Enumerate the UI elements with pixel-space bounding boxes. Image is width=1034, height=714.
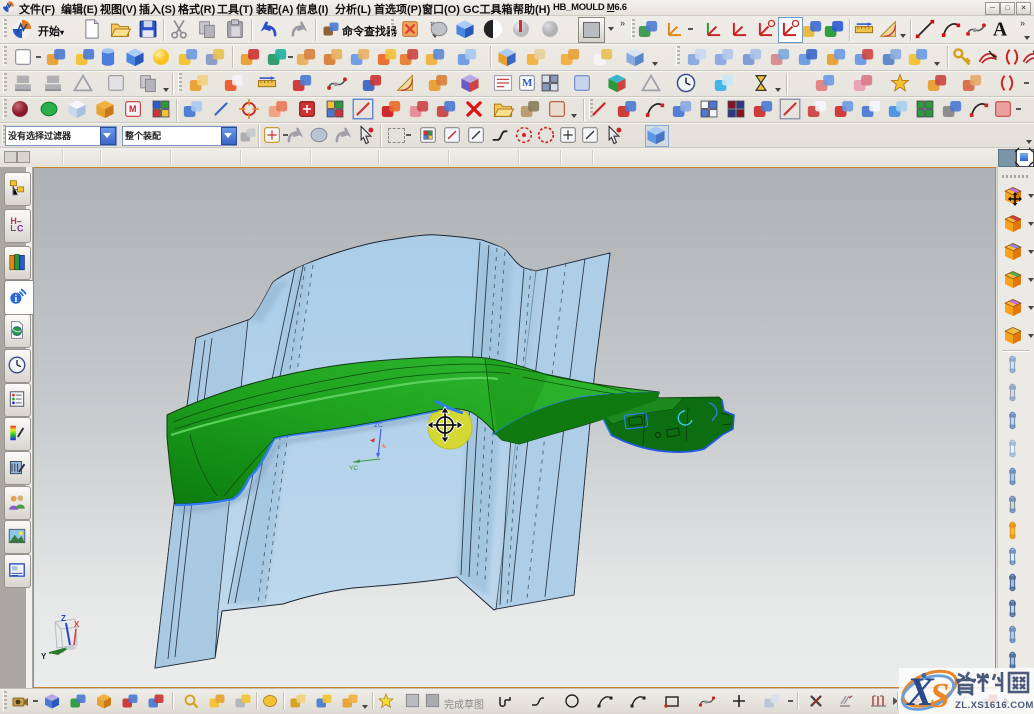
svg-text:S: S [930,676,949,714]
svg-text:A: A [993,20,1007,40]
svg-text:Z: Z [61,614,66,623]
svg-text:C: C [17,224,24,234]
svg-text:H: H [10,216,16,226]
svg-text:Y: Y [41,652,47,661]
svg-text:ZC: ZC [374,422,383,429]
svg-text:ZL.XS1616.COM: ZL.XS1616.COM [955,700,1034,711]
svg-text:i: i [14,294,17,305]
svg-text:YC: YC [349,465,358,472]
svg-text:X: X [74,620,80,629]
